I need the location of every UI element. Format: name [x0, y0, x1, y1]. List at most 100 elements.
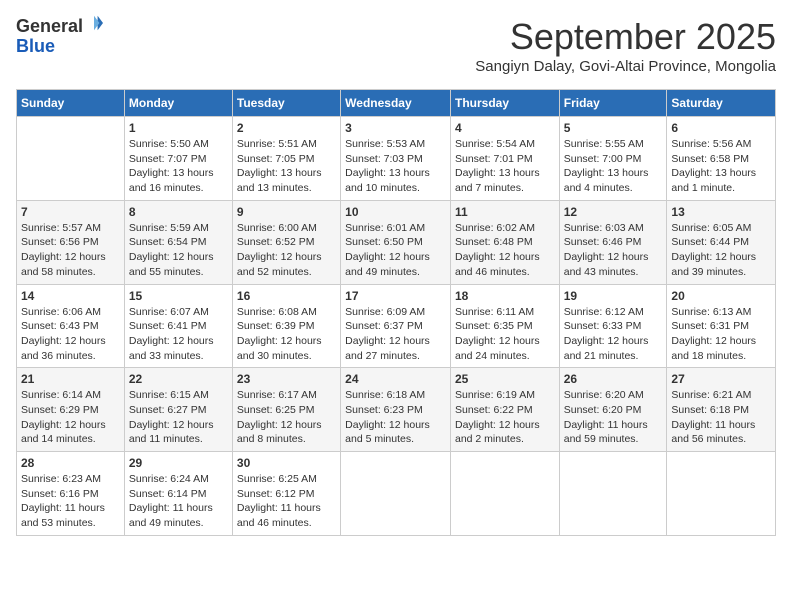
day-info: Sunrise: 6:00 AM Sunset: 6:52 PM Dayligh… [237, 221, 336, 280]
column-header-monday: Monday [124, 90, 232, 117]
calendar-cell: 5 Sunrise: 5:55 AM Sunset: 7:00 PM Daylig… [559, 117, 667, 201]
logo: General Blue [16, 16, 103, 57]
calendar-cell: 19 Sunrise: 6:12 AM Sunset: 6:33 PM Dayli… [559, 284, 667, 368]
day-number: 28 [21, 456, 120, 470]
calendar-body: 1 Sunrise: 5:50 AM Sunset: 7:07 PM Daylig… [17, 117, 776, 536]
calendar-cell: 15 Sunrise: 6:07 AM Sunset: 6:41 PM Dayli… [124, 284, 232, 368]
day-number: 17 [345, 289, 446, 303]
calendar-cell: 22 Sunrise: 6:15 AM Sunset: 6:27 PM Dayli… [124, 368, 232, 452]
day-info: Sunrise: 6:09 AM Sunset: 6:37 PM Dayligh… [345, 305, 446, 364]
day-number: 15 [129, 289, 228, 303]
calendar-cell: 21 Sunrise: 6:14 AM Sunset: 6:29 PM Dayli… [17, 368, 125, 452]
day-info: Sunrise: 6:11 AM Sunset: 6:35 PM Dayligh… [455, 305, 555, 364]
day-number: 4 [455, 121, 555, 135]
calendar-cell: 28Sunrise: 6:23 AM Sunset: 6:16 PM Dayli… [17, 452, 125, 536]
day-info: Sunrise: 6:06 AM Sunset: 6:43 PM Dayligh… [21, 305, 120, 364]
calendar-cell: 29 Sunrise: 6:24 AM Sunset: 6:14 PM Dayli… [124, 452, 232, 536]
calendar-cell: 9 Sunrise: 6:00 AM Sunset: 6:52 PM Daylig… [232, 200, 340, 284]
day-number: 16 [237, 289, 336, 303]
calendar-cell: 25 Sunrise: 6:19 AM Sunset: 6:22 PM Dayli… [450, 368, 559, 452]
day-number: 27 [671, 372, 771, 386]
calendar-cell: 26 Sunrise: 6:20 AM Sunset: 6:20 PM Dayli… [559, 368, 667, 452]
day-number: 8 [129, 205, 228, 219]
day-info: Sunrise: 6:08 AM Sunset: 6:39 PM Dayligh… [237, 305, 336, 364]
calendar-cell: 7Sunrise: 5:57 AM Sunset: 6:56 PM Daylig… [17, 200, 125, 284]
day-number: 19 [564, 289, 663, 303]
day-number: 14 [21, 289, 120, 303]
day-number: 24 [345, 372, 446, 386]
column-header-wednesday: Wednesday [341, 90, 451, 117]
calendar-cell: 6 Sunrise: 5:56 AM Sunset: 6:58 PM Daylig… [667, 117, 776, 201]
calendar-cell: 3Sunrise: 5:53 AM Sunset: 7:03 PM Daylig… [341, 117, 451, 201]
day-number: 10 [345, 205, 446, 219]
calendar-cell: 1 Sunrise: 5:50 AM Sunset: 7:07 PM Daylig… [124, 117, 232, 201]
day-number: 5 [564, 121, 663, 135]
day-number: 26 [564, 372, 663, 386]
calendar-cell: 12 Sunrise: 6:03 AM Sunset: 6:46 PM Dayli… [559, 200, 667, 284]
calendar-cell: 24 Sunrise: 6:18 AM Sunset: 6:23 PM Dayli… [341, 368, 451, 452]
calendar-week-5: 28Sunrise: 6:23 AM Sunset: 6:16 PM Dayli… [17, 452, 776, 536]
day-number: 13 [671, 205, 771, 219]
day-info: Sunrise: 5:56 AM Sunset: 6:58 PM Dayligh… [671, 137, 771, 196]
day-info: Sunrise: 6:25 AM Sunset: 6:12 PM Dayligh… [237, 472, 336, 531]
calendar-cell: 16 Sunrise: 6:08 AM Sunset: 6:39 PM Dayli… [232, 284, 340, 368]
day-info: Sunrise: 6:12 AM Sunset: 6:33 PM Dayligh… [564, 305, 663, 364]
day-info: Sunrise: 5:55 AM Sunset: 7:00 PM Dayligh… [564, 137, 663, 196]
column-header-saturday: Saturday [667, 90, 776, 117]
calendar-week-4: 21 Sunrise: 6:14 AM Sunset: 6:29 PM Dayli… [17, 368, 776, 452]
day-info: Sunrise: 6:19 AM Sunset: 6:22 PM Dayligh… [455, 388, 555, 447]
calendar-cell [559, 452, 667, 536]
day-info: Sunrise: 6:21 AM Sunset: 6:18 PM Dayligh… [671, 388, 771, 447]
day-info: Sunrise: 6:07 AM Sunset: 6:41 PM Dayligh… [129, 305, 228, 364]
day-number: 11 [455, 205, 555, 219]
calendar-cell: 8 Sunrise: 5:59 AM Sunset: 6:54 PM Daylig… [124, 200, 232, 284]
calendar-cell: 27 Sunrise: 6:21 AM Sunset: 6:18 PM Dayli… [667, 368, 776, 452]
column-header-sunday: Sunday [17, 90, 125, 117]
day-number: 7 [21, 205, 120, 219]
calendar-week-1: 1 Sunrise: 5:50 AM Sunset: 7:07 PM Daylig… [17, 117, 776, 201]
day-info: Sunrise: 6:17 AM Sunset: 6:25 PM Dayligh… [237, 388, 336, 447]
day-info: Sunrise: 6:20 AM Sunset: 6:20 PM Dayligh… [564, 388, 663, 447]
calendar-cell: 10 Sunrise: 6:01 AM Sunset: 6:50 PM Dayli… [341, 200, 451, 284]
day-number: 29 [129, 456, 228, 470]
calendar-cell: 13 Sunrise: 6:05 AM Sunset: 6:44 PM Dayli… [667, 200, 776, 284]
calendar-cell: 30 Sunrise: 6:25 AM Sunset: 6:12 PM Dayli… [232, 452, 340, 536]
logo-general: General [16, 16, 83, 36]
day-info: Sunrise: 5:50 AM Sunset: 7:07 PM Dayligh… [129, 137, 228, 196]
calendar-cell: 14 Sunrise: 6:06 AM Sunset: 6:43 PM Dayli… [17, 284, 125, 368]
day-info: Sunrise: 6:01 AM Sunset: 6:50 PM Dayligh… [345, 221, 446, 280]
day-number: 25 [455, 372, 555, 386]
day-info: Sunrise: 6:18 AM Sunset: 6:23 PM Dayligh… [345, 388, 446, 447]
day-number: 12 [564, 205, 663, 219]
logo-blue: Blue [16, 36, 55, 56]
calendar-cell: 20 Sunrise: 6:13 AM Sunset: 6:31 PM Dayli… [667, 284, 776, 368]
day-number: 30 [237, 456, 336, 470]
calendar-cell: 18Sunrise: 6:11 AM Sunset: 6:35 PM Dayli… [450, 284, 559, 368]
day-info: Sunrise: 6:15 AM Sunset: 6:27 PM Dayligh… [129, 388, 228, 447]
month-title: September 2025 [475, 16, 776, 58]
day-number: 21 [21, 372, 120, 386]
calendar-cell [667, 452, 776, 536]
calendar-week-3: 14 Sunrise: 6:06 AM Sunset: 6:43 PM Dayli… [17, 284, 776, 368]
day-info: Sunrise: 6:05 AM Sunset: 6:44 PM Dayligh… [671, 221, 771, 280]
day-number: 23 [237, 372, 336, 386]
day-info: Sunrise: 5:54 AM Sunset: 7:01 PM Dayligh… [455, 137, 555, 196]
day-number: 9 [237, 205, 336, 219]
day-info: Sunrise: 5:59 AM Sunset: 6:54 PM Dayligh… [129, 221, 228, 280]
day-info: Sunrise: 6:14 AM Sunset: 6:29 PM Dayligh… [21, 388, 120, 447]
day-info: Sunrise: 5:51 AM Sunset: 7:05 PM Dayligh… [237, 137, 336, 196]
day-info: Sunrise: 5:53 AM Sunset: 7:03 PM Dayligh… [345, 137, 446, 196]
day-info: Sunrise: 6:03 AM Sunset: 6:46 PM Dayligh… [564, 221, 663, 280]
calendar-cell: 11 Sunrise: 6:02 AM Sunset: 6:48 PM Dayli… [450, 200, 559, 284]
day-info: Sunrise: 6:02 AM Sunset: 6:48 PM Dayligh… [455, 221, 555, 280]
column-header-thursday: Thursday [450, 90, 559, 117]
subtitle: Sangiyn Dalay, Govi-Altai Province, Mong… [475, 58, 776, 75]
day-number: 6 [671, 121, 771, 135]
day-info: Sunrise: 6:13 AM Sunset: 6:31 PM Dayligh… [671, 305, 771, 364]
day-number: 20 [671, 289, 771, 303]
calendar-cell: 23 Sunrise: 6:17 AM Sunset: 6:25 PM Dayli… [232, 368, 340, 452]
day-number: 1 [129, 121, 228, 135]
day-info: Sunrise: 6:24 AM Sunset: 6:14 PM Dayligh… [129, 472, 228, 531]
calendar-cell [341, 452, 451, 536]
day-number: 22 [129, 372, 228, 386]
